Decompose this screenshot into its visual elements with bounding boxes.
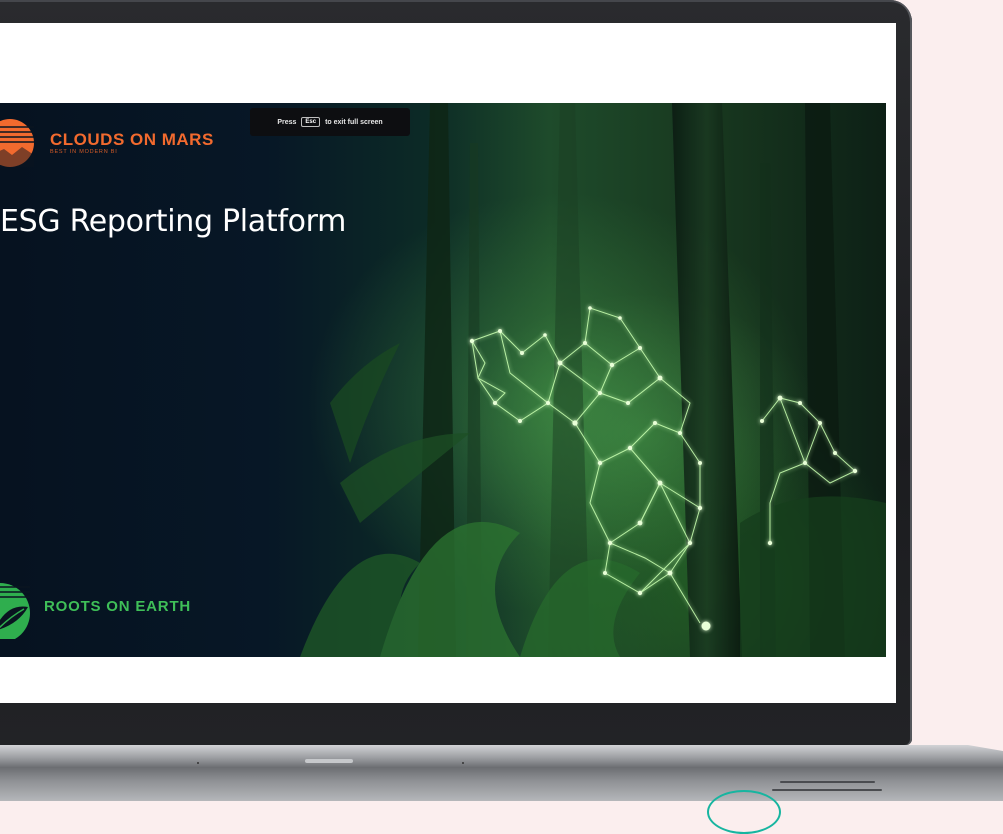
roots-on-earth-logo-icon [0, 583, 30, 639]
laptop-base [0, 745, 1003, 834]
highlight-ring [707, 790, 781, 834]
esc-key-badge: Esc [301, 117, 321, 127]
base-screw [462, 762, 464, 764]
fullscreen-tip-suffix: to exit full screen [325, 118, 383, 126]
roots-on-earth-name: ROOTS ON EARTH [44, 597, 192, 615]
clouds-on-mars-brand: CLOUDS ON MARS BEST IN MODERN BI [0, 119, 214, 167]
laptop-base-edge [0, 767, 1003, 801]
clouds-on-mars-logo-icon [0, 119, 34, 167]
slide-title: ESG Reporting Platform [0, 204, 347, 239]
forest-network-image [300, 103, 886, 657]
laptop-deck [0, 745, 1003, 767]
fullscreen-exit-tip: Press Esc to exit full screen [250, 108, 410, 136]
speaker-grille-line [780, 781, 875, 783]
clouds-on-mars-name: CLOUDS ON MARS [50, 130, 214, 149]
laptop-lid: Press Esc to exit full screen CLOUDS ON … [0, 0, 912, 745]
laptop-screen: Press Esc to exit full screen CLOUDS ON … [0, 23, 896, 703]
presentation-slide: Press Esc to exit full screen CLOUDS ON … [0, 103, 886, 657]
speaker-grille-line [772, 789, 882, 791]
base-screw [197, 762, 199, 764]
roots-on-earth-brand: ROOTS ON EARTH [0, 573, 191, 639]
fullscreen-tip-prefix: Press [277, 118, 297, 126]
laptop-opening-notch [305, 759, 353, 763]
clouds-on-mars-tagline: BEST IN MODERN BI [50, 149, 118, 155]
